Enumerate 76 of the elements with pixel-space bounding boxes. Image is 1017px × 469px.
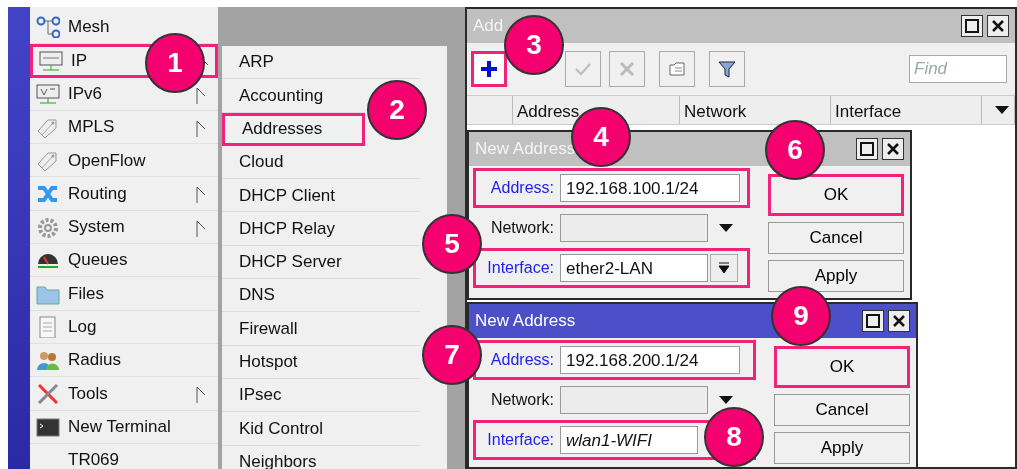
square-icon: [965, 19, 979, 33]
field-label: Network:: [489, 218, 555, 238]
menu-item[interactable]: TR069: [30, 443, 218, 469]
menu-item[interactable]: New Terminal: [30, 410, 218, 444]
submenu-item[interactable]: Hotspot: [222, 345, 420, 379]
maximize-button[interactable]: [856, 138, 878, 160]
dialog-button[interactable]: OK: [768, 174, 904, 216]
dialog-button[interactable]: Cancel: [768, 222, 904, 254]
column-header[interactable]: Interface: [831, 96, 982, 124]
submenu-item[interactable]: DNS: [222, 279, 420, 313]
menu-item[interactable]: Queues: [30, 244, 218, 278]
menu-item[interactable]: System: [30, 210, 218, 245]
terminal-icon: [36, 415, 60, 438]
menu-item[interactable]: OpenFlow: [30, 144, 218, 178]
dialog-button[interactable]: Apply: [768, 260, 904, 292]
plus-icon: [479, 59, 499, 79]
square-icon: [866, 314, 880, 328]
menu-item[interactable]: Log: [30, 310, 218, 344]
dialog-button[interactable]: Apply: [774, 432, 910, 464]
dialog-button[interactable]: OK: [774, 346, 910, 388]
input-field[interactable]: wlan1-WIFI: [560, 426, 698, 454]
people-icon: [36, 349, 60, 372]
input-field[interactable]: 192.168.200.1/24: [560, 346, 740, 374]
monitor-icon: [39, 49, 63, 72]
field-label: Interface:: [486, 258, 555, 278]
square-icon: [860, 142, 874, 156]
field-label: Address:: [489, 178, 555, 198]
maximize-button[interactable]: [961, 15, 983, 37]
plus-button[interactable]: [471, 51, 507, 87]
tag-icon: [36, 149, 60, 172]
filter-icon: [717, 59, 737, 79]
note-icon: [667, 59, 687, 79]
submenu-item[interactable]: Cloud: [222, 145, 420, 180]
close-button[interactable]: [882, 138, 904, 160]
close-button[interactable]: [888, 310, 910, 332]
cross-icon: [617, 59, 637, 79]
field-label: Network:: [489, 390, 555, 410]
menu-item[interactable]: Files: [30, 277, 218, 311]
submenu-item[interactable]: DHCP Client: [222, 179, 420, 213]
triangle-down-icon: [994, 105, 1010, 115]
close-button[interactable]: [987, 15, 1009, 37]
menu-item[interactable]: Routing: [30, 177, 218, 211]
close-icon: [991, 19, 1005, 33]
menu-item[interactable]: Radius: [30, 343, 218, 378]
input-field[interactable]: ether2-LAN: [560, 254, 708, 282]
input-field[interactable]: [560, 214, 708, 242]
close-icon: [886, 142, 900, 156]
dialog-button[interactable]: Cancel: [774, 394, 910, 426]
gear-icon: [36, 215, 60, 238]
monitor-icon: [36, 82, 60, 105]
dropdown-button[interactable]: [710, 254, 738, 282]
find-field[interactable]: Find: [909, 55, 1007, 83]
submenu-item[interactable]: Accounting: [222, 79, 365, 113]
submenu-item[interactable]: Firewall: [222, 312, 420, 346]
submenu-item[interactable]: DHCP Relay: [222, 212, 420, 246]
menu-item[interactable]: MPLS: [30, 110, 218, 145]
maximize-button[interactable]: [862, 310, 884, 332]
tools-icon: [36, 382, 60, 405]
dropdown-arrow-icon: [718, 395, 734, 405]
submenu-item[interactable]: Addresses: [222, 112, 365, 146]
dropdown-arrow-icon: [718, 223, 734, 233]
menu-item[interactable]: Tools: [30, 377, 218, 411]
filter-button[interactable]: [709, 51, 745, 87]
arrow-down-bar-icon: [718, 262, 730, 274]
nodes-icon: [36, 16, 60, 39]
input-field[interactable]: 192.168.100.1/24: [560, 174, 740, 202]
input-field[interactable]: [560, 386, 708, 414]
field-label: Interface:: [486, 430, 555, 450]
submenu-item[interactable]: DHCP Server: [222, 245, 420, 280]
submenu-item[interactable]: ARP: [222, 46, 420, 80]
submenu-item[interactable]: Kid Control: [222, 412, 420, 446]
submenu-item[interactable]: IPsec: [222, 378, 420, 413]
check-button[interactable]: [565, 51, 601, 87]
tag-icon: [36, 116, 60, 139]
close-icon: [892, 314, 906, 328]
field-label: Address:: [489, 350, 555, 370]
